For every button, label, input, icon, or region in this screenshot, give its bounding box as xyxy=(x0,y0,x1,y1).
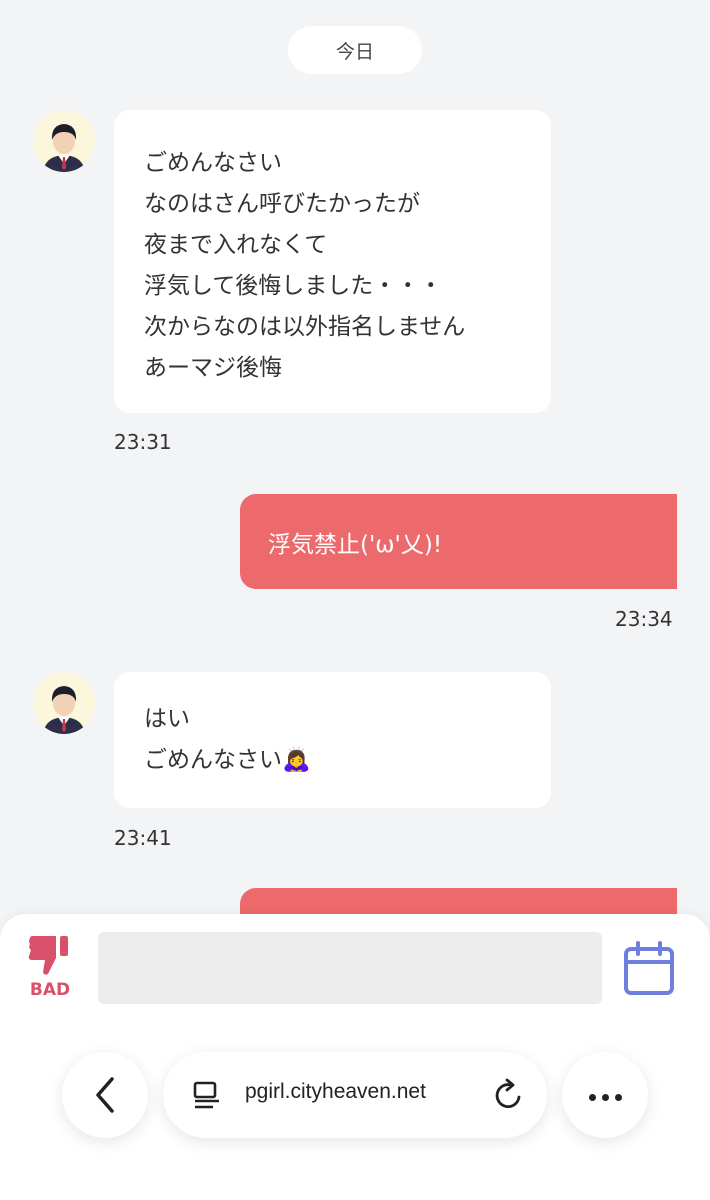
message-timestamp: 23:31 xyxy=(114,430,172,454)
bad-label: BAD xyxy=(29,980,71,1000)
message-line: あーマジ後悔 xyxy=(144,355,282,381)
url-text: pgirl.cityheaven.net xyxy=(245,1080,426,1103)
thumbs-down-icon xyxy=(28,936,68,975)
reload-icon[interactable] xyxy=(493,1078,525,1112)
message-bubble-incoming[interactable]: ごめんなさい なのはさん呼びたかったが 夜まで入れなくて 浮気して後悔しました・… xyxy=(114,110,551,413)
more-button[interactable] xyxy=(562,1052,648,1138)
calendar-icon xyxy=(624,941,674,995)
message-input[interactable] xyxy=(98,932,602,1004)
avatar[interactable] xyxy=(33,672,95,734)
chevron-left-icon xyxy=(96,1077,114,1113)
message-line: なのはさん呼びたかったが xyxy=(144,191,420,217)
date-divider: 今日 xyxy=(288,26,422,74)
message-line: ごめんなさい xyxy=(144,150,282,176)
message-line: 浮気禁止('ω'乂)! xyxy=(268,531,443,558)
message-timestamp: 23:41 xyxy=(114,826,172,850)
calendar-button[interactable] xyxy=(620,940,678,998)
address-bar[interactable]: pgirl.cityheaven.net xyxy=(163,1052,547,1138)
message-timestamp: 23:34 xyxy=(615,607,673,631)
avatar[interactable] xyxy=(33,110,95,172)
message-bubble-outgoing[interactable]: 浮気禁止('ω'乂)! xyxy=(240,494,677,589)
tab-list-icon[interactable] xyxy=(191,1079,223,1111)
bad-button[interactable]: BAD xyxy=(22,932,78,1002)
message-line: 浮気して後悔しました・・・ xyxy=(144,273,443,299)
message-bubble-incoming[interactable]: はい ごめんなさい🙇‍♀️ xyxy=(114,672,551,808)
message-line: 夜まで入れなくて xyxy=(144,232,328,258)
message-line: 次からなのは以外指名しません xyxy=(144,314,466,340)
back-button[interactable] xyxy=(62,1052,148,1138)
person-avatar-icon xyxy=(33,110,95,172)
message-line: ごめんなさい🙇‍♀️ xyxy=(144,747,311,773)
date-divider-label: 今日 xyxy=(335,40,374,63)
person-avatar-icon xyxy=(33,672,95,734)
message-line: はい xyxy=(144,706,190,732)
more-icon xyxy=(586,1086,625,1105)
